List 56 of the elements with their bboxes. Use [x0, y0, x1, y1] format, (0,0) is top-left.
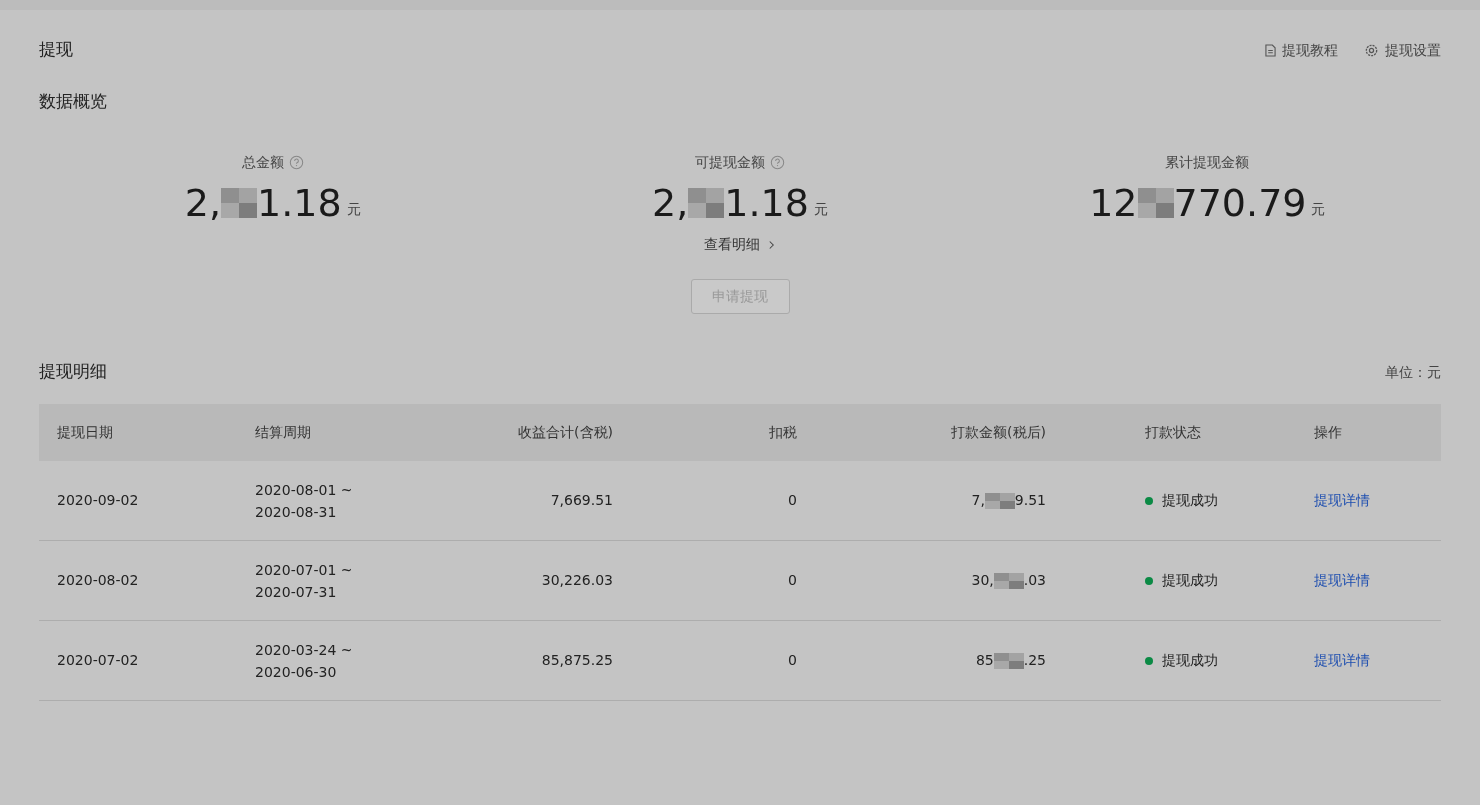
chevron-right-icon — [768, 239, 776, 250]
page-title: 提现 — [39, 38, 73, 62]
column-header: 操作 — [1313, 423, 1343, 442]
table-cell-text: 85,875.25 — [540, 651, 614, 670]
table-cell-text: 85 — [975, 651, 994, 670]
unit-note: 单位：元 — [1385, 362, 1441, 382]
column-header: 扣税 — [768, 423, 798, 442]
table-cell-text: 0 — [787, 491, 798, 510]
column-header: 收益合计(含税) — [517, 423, 614, 442]
stat-label: 可提现金额 — [695, 152, 765, 172]
table-cell-text: 2020-09-02 — [56, 491, 140, 510]
table-cell-text: 2020-07-01 ~ — [255, 560, 354, 580]
status-text: 提现成功 — [1162, 491, 1218, 510]
unit-label: 元 — [1311, 200, 1326, 219]
table-cell-text: 30,226.03 — [540, 571, 614, 590]
amount-text: 12 — [1089, 184, 1138, 222]
table-cell-text: 2020-07-02 — [56, 651, 140, 670]
table-cell-text: 7,669.51 — [549, 491, 614, 510]
header-link[interactable]: 提现教程 — [1265, 39, 1338, 61]
header-link[interactable]: 提现设置 — [1364, 39, 1441, 61]
amount-text: 1.18 — [724, 184, 809, 222]
table-cell-text: 0 — [787, 651, 798, 670]
doc-icon — [1265, 43, 1276, 57]
amount-text: 1.18 — [257, 184, 342, 222]
column-header: 结算周期 — [254, 423, 312, 442]
table-cell-text: 30, — [971, 571, 994, 590]
details-link[interactable]: 提现详情 — [1314, 572, 1370, 588]
table-cell-text: 0 — [787, 571, 798, 590]
table-cell-text: 7, — [971, 491, 985, 510]
table-cell-text: 2020-08-31 — [255, 502, 338, 522]
details-link[interactable]: 提现详情 — [1314, 652, 1370, 668]
unit-label: 元 — [346, 200, 361, 219]
stat-label: 累计提现金额 — [1165, 152, 1250, 172]
section-title: 提现明细 — [39, 360, 107, 384]
table-cell-text: 2020-08-02 — [56, 571, 140, 590]
table-cell-text: 2020-08-01 ~ — [255, 480, 354, 500]
settings-icon — [1364, 42, 1379, 58]
table-cell-text: 2020-03-24 ~ — [255, 640, 354, 660]
column-header: 打款金额(税后) — [950, 423, 1047, 442]
amount-text: 2, — [652, 184, 689, 222]
column-header: 提现日期 — [56, 423, 114, 442]
status-text: 提现成功 — [1162, 651, 1218, 670]
details-link[interactable]: 提现详情 — [1314, 492, 1370, 508]
amount-text: 2, — [184, 184, 221, 222]
status-text: 提现成功 — [1162, 571, 1218, 590]
details-link[interactable]: 查看明细 — [704, 234, 776, 255]
unit-label: 元 — [813, 200, 828, 219]
amount-text: 770.79 — [1173, 184, 1307, 222]
table-cell-text: .03 — [1023, 571, 1046, 590]
column-header: 打款状态 — [1144, 423, 1202, 442]
section-title: 数据概览 — [39, 90, 108, 113]
table-cell-text: 9.51 — [1014, 491, 1046, 510]
stat-label: 总金额 — [241, 152, 284, 172]
table-cell-text: 2020-06-30 — [255, 662, 338, 682]
table-cell-text: 2020-07-31 — [255, 582, 338, 602]
table-cell-text: .25 — [1023, 651, 1046, 670]
